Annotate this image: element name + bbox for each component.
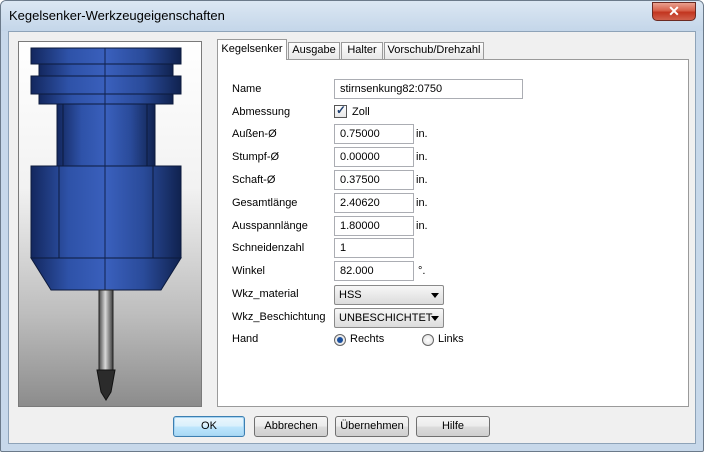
title-bar: Kegelsenker-Werkzeugeigenschaften ✕ — [1, 1, 703, 31]
tab-vorschub-drehzahl[interactable]: Vorschub/Drehzahl — [384, 42, 484, 59]
wkz-material-select[interactable]: HSS — [334, 285, 444, 305]
countersink-tool-image — [30, 47, 182, 401]
tab-kegelsenker[interactable]: Kegelsenker — [217, 39, 287, 60]
tab-panel-kegelsenker: Name stirnsenkung82:0750 Abmessung ✓ Zol… — [217, 59, 689, 407]
hand-label: Hand — [232, 333, 259, 345]
schaft-durchmesser-field[interactable]: 0.37500 — [334, 170, 414, 190]
name-label: Name — [232, 83, 262, 95]
tab-ausgabe[interactable]: Ausgabe — [288, 42, 340, 59]
zoll-checkbox[interactable]: ✓ — [334, 103, 347, 118]
schneidenzahl-label: Schneidenzahl — [232, 242, 305, 254]
ausspannlaenge-label: Ausspannlänge — [232, 220, 308, 232]
stumpf-durchmesser-field[interactable]: 0.00000 — [334, 147, 414, 167]
wkz-beschichtung-select[interactable]: UNBESCHICHTET — [334, 308, 444, 328]
dialog-window: Kegelsenker-Werkzeugeigenschaften ✕ Kege… — [0, 0, 704, 452]
gesamtlaenge-label: Gesamtlänge — [232, 197, 298, 209]
wkz-beschichtung-value: UNBESCHICHTET — [339, 312, 433, 324]
window-title: Kegelsenker-Werkzeugeigenschaften — [9, 8, 225, 23]
hand-rechts-label: Rechts — [350, 333, 385, 345]
winkel-label: Winkel — [232, 265, 266, 277]
tab-halter[interactable]: Halter — [341, 42, 383, 59]
zoll-checkbox-label: Zoll — [352, 106, 370, 118]
chevron-down-icon — [431, 293, 439, 298]
gesamt-unit: in. — [416, 197, 428, 209]
close-button[interactable]: ✕ — [652, 2, 696, 21]
aussen-durchmesser-field[interactable]: 0.75000 — [334, 124, 414, 144]
abbrechen-button[interactable]: Abbrechen — [254, 416, 328, 437]
winkel-unit: °. — [418, 265, 426, 277]
aussen-unit: in. — [416, 128, 428, 140]
ausspannlaenge-field[interactable]: 1.80000 — [334, 216, 414, 236]
ok-button[interactable]: OK — [173, 416, 245, 437]
hand-links-radio[interactable] — [422, 334, 434, 346]
ausspann-unit: in. — [416, 220, 428, 232]
dialog-client: Kegelsenker Ausgabe Halter Vorschub/Dreh… — [8, 31, 696, 444]
name-field[interactable]: stirnsenkung82:0750 — [334, 79, 523, 99]
schaft-unit: in. — [416, 174, 428, 186]
hilfe-button[interactable]: Hilfe — [416, 416, 490, 437]
hand-links-label: Links — [438, 333, 464, 345]
winkel-field[interactable]: 82.000 — [334, 261, 414, 281]
wkz-material-label: Wkz_material — [232, 288, 299, 300]
stumpf-unit: in. — [416, 151, 428, 163]
wkz-beschichtung-label: Wkz_Beschichtung — [232, 311, 326, 323]
hand-rechts-radio[interactable] — [334, 334, 346, 346]
close-icon: ✕ — [668, 3, 680, 19]
aussen-durchmesser-label: Außen-Ø — [232, 128, 277, 140]
abmessung-label: Abmessung — [232, 106, 291, 118]
wkz-material-value: HSS — [339, 289, 362, 301]
tool-preview — [18, 41, 202, 407]
schneidenzahl-field[interactable]: 1 — [334, 238, 414, 258]
chevron-down-icon — [431, 316, 439, 321]
uebernehmen-button[interactable]: Übernehmen — [335, 416, 409, 437]
schaft-durchmesser-label: Schaft-Ø — [232, 174, 276, 186]
check-icon: ✓ — [336, 103, 347, 117]
stumpf-durchmesser-label: Stumpf-Ø — [232, 151, 280, 163]
gesamtlaenge-field[interactable]: 2.40620 — [334, 193, 414, 213]
